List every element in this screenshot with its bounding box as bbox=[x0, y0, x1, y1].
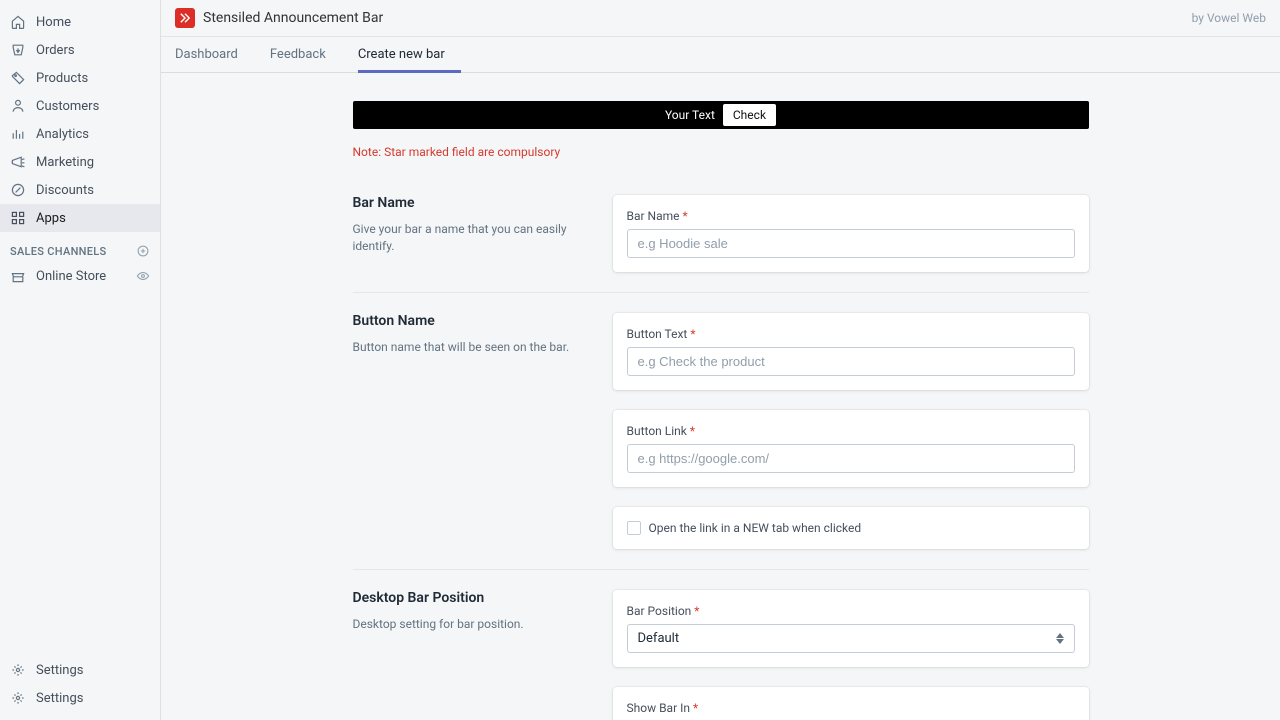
select-arrows-icon bbox=[1056, 633, 1064, 644]
button-link-label: Button Link * bbox=[627, 424, 1075, 438]
section-desc: Button name that will be seen on the bar… bbox=[353, 339, 593, 356]
nav-label: Apps bbox=[36, 211, 66, 226]
tabs: Dashboard Feedback Create new bar bbox=[161, 37, 1280, 73]
eye-icon[interactable] bbox=[136, 269, 150, 283]
bar-name-card: Bar Name * bbox=[613, 195, 1089, 272]
nav-label: Marketing bbox=[36, 155, 94, 170]
select-value: Default bbox=[638, 631, 680, 646]
button-text-card: Button Text * bbox=[613, 313, 1089, 390]
section-button-name: Button Name Button name that will be see… bbox=[353, 293, 1089, 570]
app-logo-icon bbox=[175, 8, 195, 28]
button-link-card: Button Link * bbox=[613, 410, 1089, 487]
button-text-input[interactable] bbox=[627, 347, 1075, 376]
nav-label: Customers bbox=[36, 99, 99, 114]
settings-label: Settings bbox=[36, 691, 83, 706]
bar-name-label: Bar Name * bbox=[627, 209, 1075, 223]
required-note: Note: Star marked field are compulsory bbox=[353, 145, 1089, 159]
by-vowel-web: by Vowel Web bbox=[1192, 11, 1266, 25]
bar-position-select[interactable]: Default bbox=[627, 624, 1075, 653]
settings-label: Settings bbox=[36, 663, 83, 678]
customers-icon bbox=[10, 98, 26, 114]
apps-icon bbox=[10, 210, 26, 226]
channel-label: Online Store bbox=[36, 269, 106, 284]
show-bar-card: Show Bar In * Default bbox=[613, 687, 1089, 720]
home-icon bbox=[10, 14, 26, 30]
nav-home[interactable]: Home bbox=[0, 8, 160, 36]
bar-position-card: Bar Position * Default bbox=[613, 590, 1089, 667]
discounts-icon bbox=[10, 182, 26, 198]
section-title: Button Name bbox=[353, 313, 593, 329]
sidebar: Home Orders Products Customers Analytics… bbox=[0, 0, 161, 720]
gear-icon bbox=[10, 662, 26, 678]
show-bar-label: Show Bar In * bbox=[627, 701, 1075, 715]
preview-bar: Your Text Check bbox=[353, 101, 1089, 129]
nav-label: Orders bbox=[36, 43, 75, 58]
new-tab-label: Open the link in a NEW tab when clicked bbox=[649, 521, 862, 535]
app-header: Stensiled Announcement Bar by Vowel Web bbox=[161, 0, 1280, 37]
gear-icon bbox=[10, 690, 26, 706]
nav-label: Discounts bbox=[36, 183, 94, 198]
analytics-icon bbox=[10, 126, 26, 142]
nav-products[interactable]: Products bbox=[0, 64, 160, 92]
section-desktop-position: Desktop Bar Position Desktop setting for… bbox=[353, 570, 1089, 720]
nav-label: Analytics bbox=[36, 127, 89, 142]
nav-customers[interactable]: Customers bbox=[0, 92, 160, 120]
nav-marketing[interactable]: Marketing bbox=[0, 148, 160, 176]
marketing-icon bbox=[10, 154, 26, 170]
button-link-input[interactable] bbox=[627, 444, 1075, 473]
section-title: Bar Name bbox=[353, 195, 593, 211]
nav-analytics[interactable]: Analytics bbox=[0, 120, 160, 148]
products-icon bbox=[10, 70, 26, 86]
store-icon bbox=[10, 268, 26, 284]
nav-label: Products bbox=[36, 71, 88, 86]
plus-circle-icon[interactable] bbox=[136, 244, 150, 258]
section-desc: Give your bar a name that you can easily… bbox=[353, 221, 593, 255]
section-bar-name: Bar Name Give your bar a name that you c… bbox=[353, 175, 1089, 293]
preview-text: Your Text bbox=[665, 108, 715, 122]
app-title: Stensiled Announcement Bar bbox=[203, 10, 383, 26]
preview-button[interactable]: Check bbox=[723, 104, 776, 126]
tab-dashboard[interactable]: Dashboard bbox=[175, 37, 254, 72]
sales-channels-heading: SALES CHANNELS bbox=[0, 232, 160, 262]
new-tab-checkbox[interactable] bbox=[627, 521, 641, 535]
main: Stensiled Announcement Bar by Vowel Web … bbox=[161, 0, 1280, 720]
section-heading-text: SALES CHANNELS bbox=[10, 245, 107, 258]
bar-position-label: Bar Position * bbox=[627, 604, 1075, 618]
button-text-label: Button Text * bbox=[627, 327, 1075, 341]
settings-item-1[interactable]: Settings bbox=[0, 656, 160, 684]
tab-feedback[interactable]: Feedback bbox=[270, 37, 342, 72]
settings-item-2[interactable]: Settings bbox=[0, 684, 160, 712]
orders-icon bbox=[10, 42, 26, 58]
nav-apps[interactable]: Apps bbox=[0, 204, 160, 232]
content-scroll[interactable]: Your Text Check Note: Star marked field … bbox=[161, 73, 1280, 720]
tab-create-new-bar[interactable]: Create new bar bbox=[358, 37, 461, 73]
bar-name-input[interactable] bbox=[627, 229, 1075, 258]
new-tab-card: Open the link in a NEW tab when clicked bbox=[613, 507, 1089, 549]
section-desc: Desktop setting for bar position. bbox=[353, 616, 593, 633]
nav-label: Home bbox=[36, 15, 71, 30]
nav-discounts[interactable]: Discounts bbox=[0, 176, 160, 204]
nav-orders[interactable]: Orders bbox=[0, 36, 160, 64]
section-title: Desktop Bar Position bbox=[353, 590, 593, 606]
channel-online-store[interactable]: Online Store bbox=[0, 262, 160, 290]
